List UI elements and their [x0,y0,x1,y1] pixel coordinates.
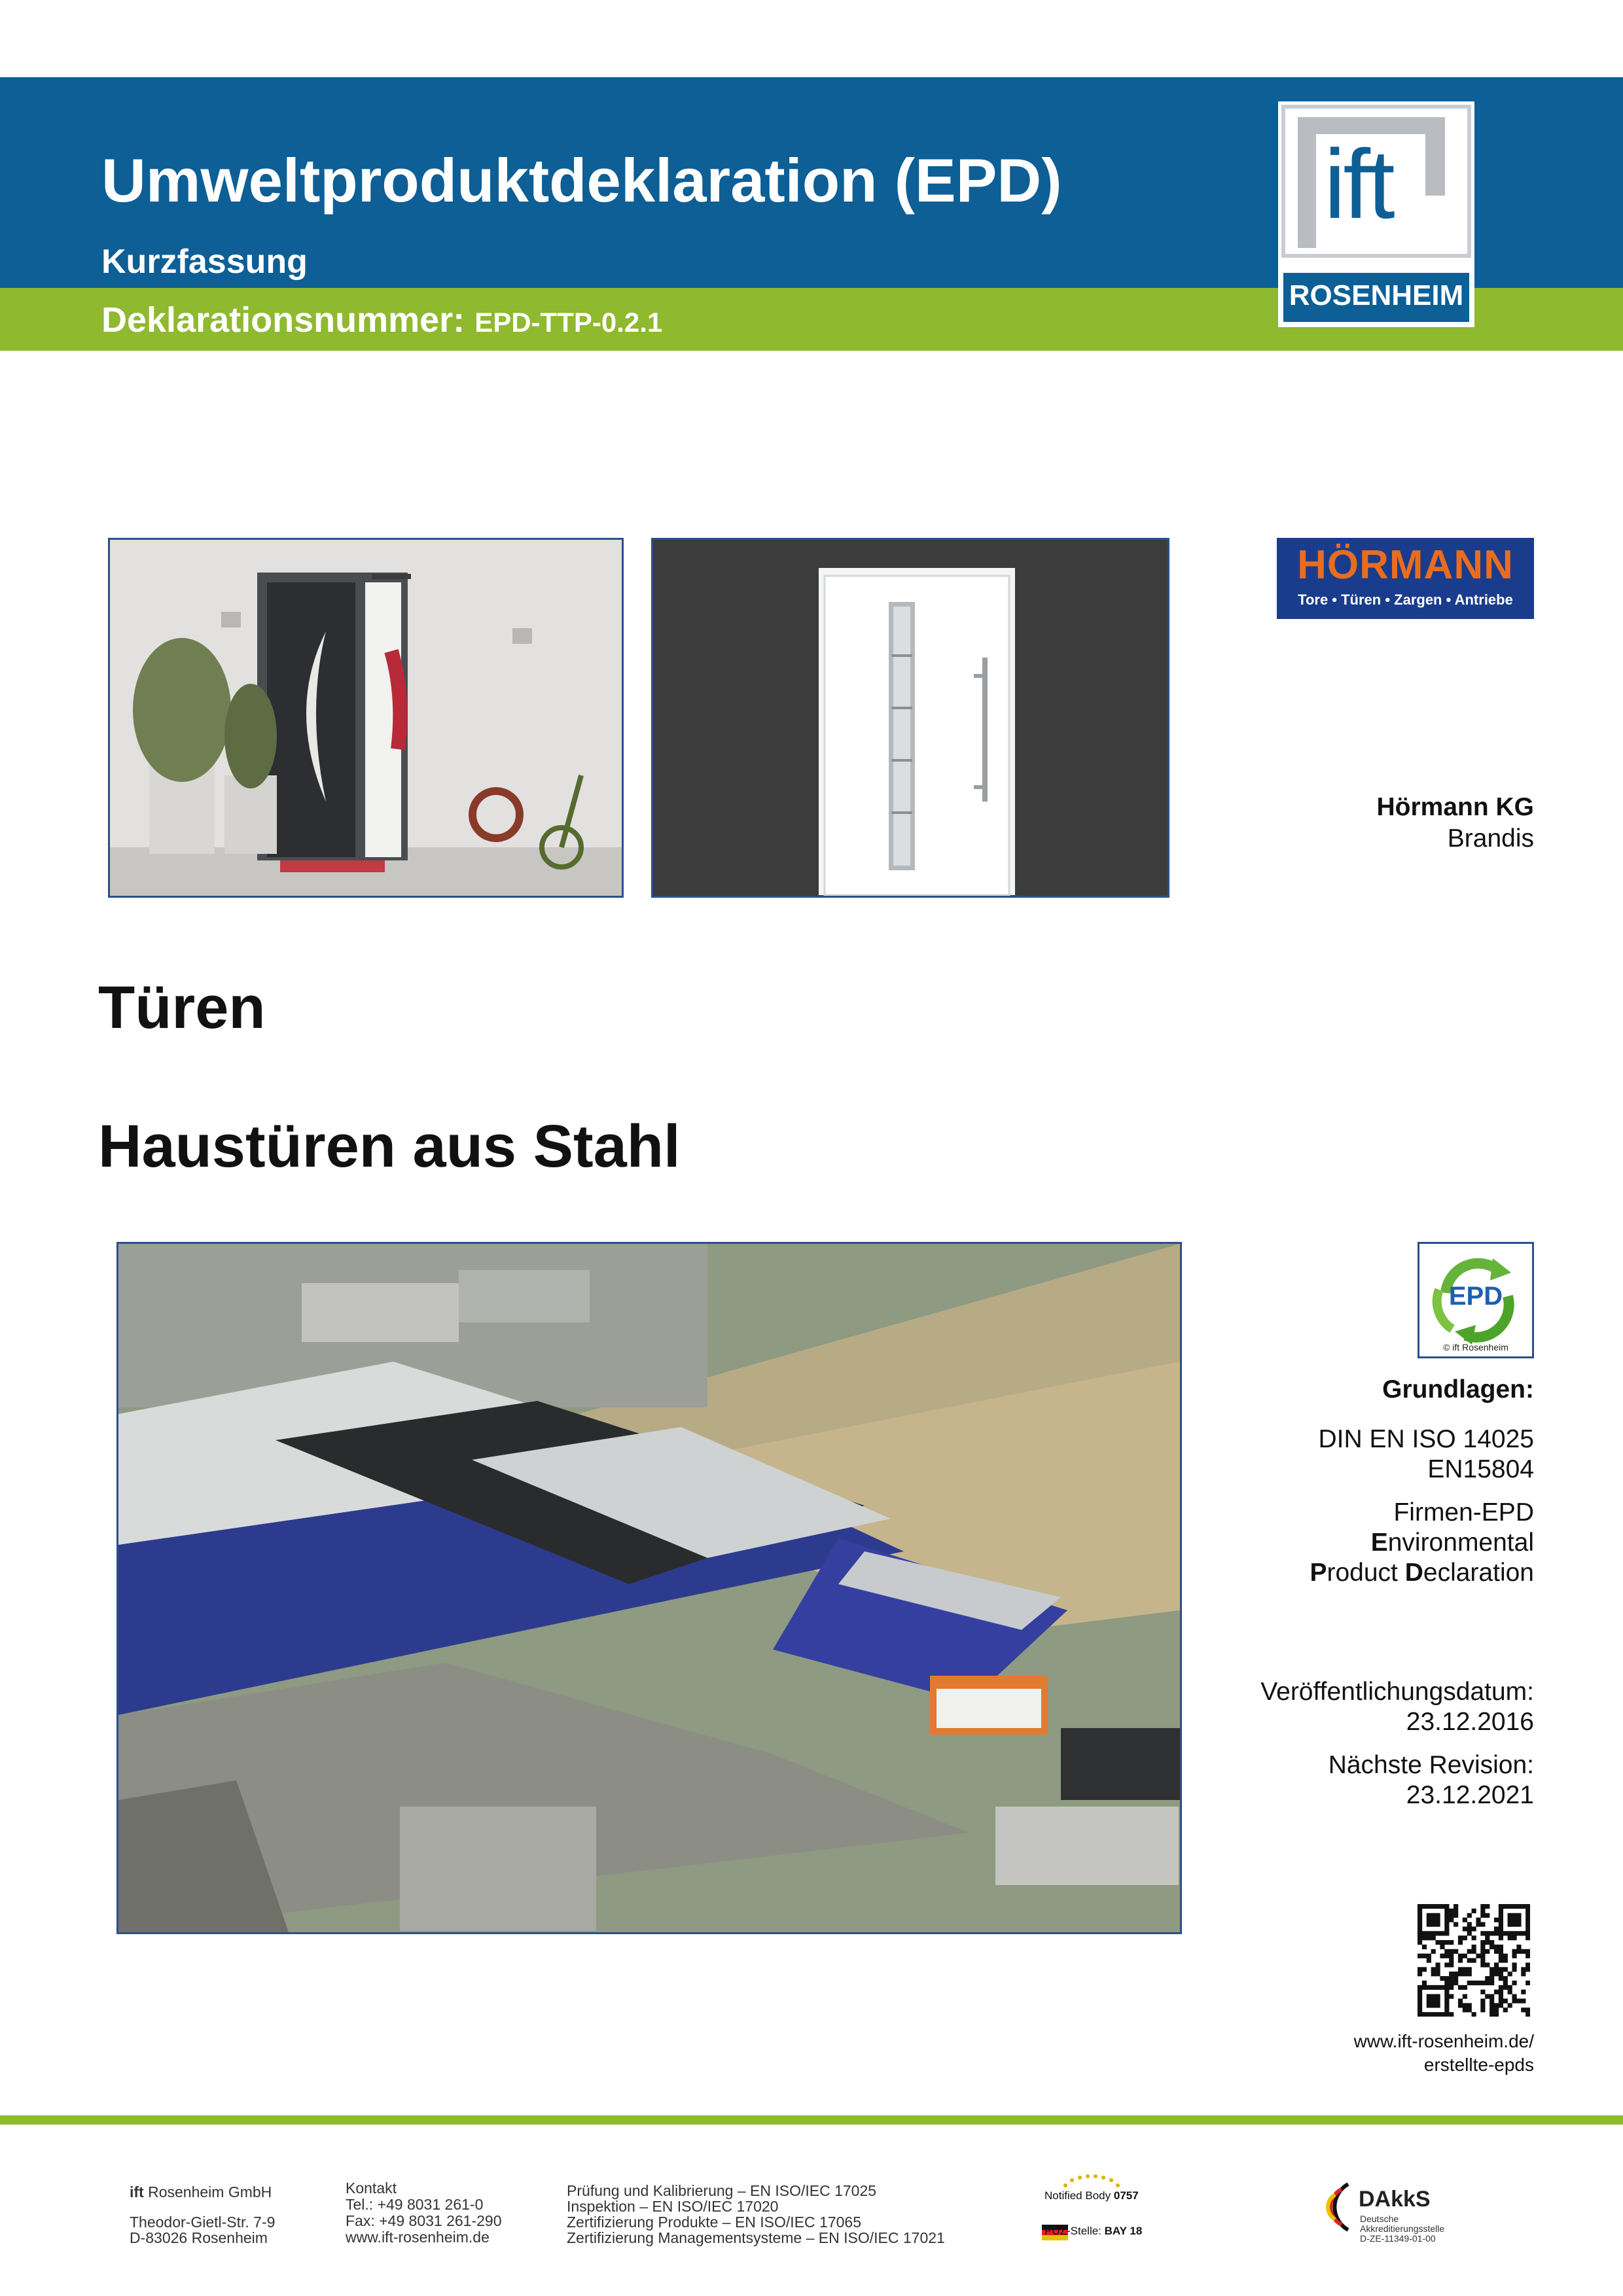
dakks-mark: DAkkS Deutsche Akkreditierungsstelle D-Z… [1322,2171,1531,2256]
qr-code[interactable] [1418,1904,1531,2017]
footer-city: D-83026 Rosenheim [130,2229,268,2246]
hormann-logo-name: HÖRMANN [1297,542,1514,588]
footer-cert-1: Prüfung und Kalibrierung – EN ISO/IEC 17… [567,2182,877,2199]
footer-cert-3: Zertifizierung Produkte – EN ISO/IEC 170… [567,2214,861,2231]
link-line-2[interactable]: erstellte-epds [1424,2055,1534,2075]
basis-product-declaration: Product Declaration [1310,1559,1534,1587]
puz-label: PÜZ-Stelle: [1044,2225,1101,2237]
declaration-label: Deklarationsnummer: [101,300,465,340]
env-rest: nvironmental [1387,1528,1534,1557]
basis-type: Firmen-EPD [1393,1498,1534,1527]
epd-badge-label: EPD [1448,1282,1503,1311]
basis-environmental: Environmental [1371,1528,1534,1557]
declaration-value: EPD-TTP-0.2.1 [474,307,663,338]
env-initial: E [1370,1528,1388,1557]
footer-divider [0,2115,1623,2125]
dakks-line-3: D-ZE-11349-01-00 [1360,2233,1436,2244]
company-name: Hörmann KG [1376,793,1534,821]
puz-text: PÜZ-Stelle: BAY 18 [1044,2225,1142,2238]
footer-company: ift Rosenheim GmbH [130,2184,272,2200]
ift-logo-subtext: ROSENHEIM [1289,279,1464,311]
product-category: Türen [98,974,266,1041]
document-subtitle: Kurzfassung [101,243,308,281]
puz-number: BAY 18 [1104,2225,1143,2237]
link-line-1[interactable]: www.ift-rosenheim.de/ [1354,2031,1534,2052]
hormann-logo-tagline: Tore • Türen • Zargen • Antriebe [1298,592,1513,608]
company-city: Brandis [1447,824,1534,853]
dakks-line-2: Akkreditierungsstelle [1360,2223,1445,2234]
basis-norm-1: DIN EN ISO 14025 [1318,1425,1534,1453]
footer-fax: Fax: +49 8031 261-290 [346,2212,502,2229]
product-initial: P [1310,1559,1327,1587]
epd-badge: EPD © ift Rosenheim [1418,1242,1534,1358]
footer-web[interactable]: www.ift-rosenheim.de [346,2229,490,2245]
dakks-sub: Deutsche Akkreditierungsstelle D-ZE-1134… [1360,2214,1444,2244]
revision-label: Nächste Revision: [1328,1751,1534,1779]
footer-cert-2: Inspektion – EN ISO/IEC 17020 [567,2198,779,2215]
hormann-logo: HÖRMANN Tore • Türen • Zargen • Antriebe [1277,538,1534,619]
footer-street: Theodor-Gietl-Str. 7-9 [130,2214,276,2231]
publication-label: Veröffentlichungsdatum: [1260,1678,1534,1706]
white-door-photo [651,538,1169,898]
notified-body-text: Notified Body 0757 [1044,2189,1139,2202]
ift-logo-text: ift [1324,129,1395,239]
footer-tel: Tel.: +49 8031 261-0 [346,2196,484,2213]
publication-date: 23.12.2016 [1406,1708,1534,1736]
ift-rosenheim-logo: ift ROSENHEIM [1278,101,1474,327]
product-name: Haustüren aus Stahl [98,1113,681,1180]
revision-date: 23.12.2021 [1406,1781,1534,1809]
product-rest: roduct [1327,1559,1405,1587]
dakks-name: DAkkS [1359,2187,1431,2212]
notified-body-mark: Notified Body 0757 PÜZ-Stelle: BAY 18 [1039,2172,1157,2251]
basis-norm-2: EN15804 [1427,1455,1534,1483]
dakks-line-1: Deutsche [1360,2214,1399,2224]
door-entrance-photo [108,538,624,898]
declaration-number: Deklarationsnummer: EPD-TTP-0.2.1 [101,300,662,340]
declaration-initial: D [1404,1559,1423,1587]
footer-contact-title: Kontakt [346,2180,397,2197]
declaration-rest: eclaration [1423,1559,1534,1587]
footer-cert-4: Zertifizierung Managementsysteme – EN IS… [567,2229,945,2246]
factory-aerial-photo [116,1242,1182,1934]
footer-company-bold: ift [130,2183,144,2200]
document-title: Umweltproduktdeklaration (EPD) [101,146,1062,215]
epd-badge-credit: © ift Rosenheim [1443,1342,1508,1352]
notified-body-number: 0757 [1113,2189,1139,2202]
notified-body-label: Notified Body [1044,2189,1111,2202]
basis-heading: Grundlagen: [1382,1375,1534,1404]
footer-company-rest: Rosenheim GmbH [143,2183,272,2200]
